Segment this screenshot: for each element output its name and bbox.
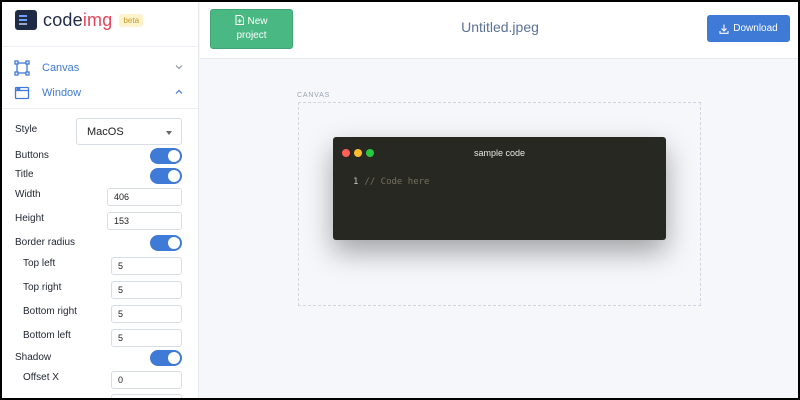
title-label: Title xyxy=(15,169,34,180)
download-icon xyxy=(719,24,729,34)
sidebar-divider xyxy=(2,108,198,109)
download-button[interactable]: Download xyxy=(707,15,790,42)
logo-text: codeimg xyxy=(43,10,112,31)
logo-icon xyxy=(15,10,37,30)
app-frame: codeimg beta Canvas Window Style MacOS B… xyxy=(2,2,798,398)
offset-x-label: Offset X xyxy=(23,372,59,383)
bottom-left-input[interactable] xyxy=(111,329,182,347)
nav-item-window[interactable]: Window xyxy=(14,83,186,103)
width-label: Width xyxy=(15,189,41,200)
toggle-knob xyxy=(168,352,180,364)
sidebar: codeimg beta Canvas Window Style MacOS B… xyxy=(2,2,199,398)
caret-down-icon xyxy=(166,131,172,135)
top-left-input[interactable] xyxy=(111,257,182,275)
top-right-label: Top right xyxy=(23,282,62,293)
file-name[interactable]: Untitled.jpeg xyxy=(430,19,570,35)
logo[interactable]: codeimg beta xyxy=(15,9,144,31)
offset-x-input[interactable] xyxy=(111,371,182,389)
top-bar: New project Untitled.jpeg Download xyxy=(200,2,798,59)
buttons-toggle[interactable] xyxy=(150,148,182,164)
buttons-label: Buttons xyxy=(15,150,49,161)
bottom-right-input[interactable] xyxy=(111,305,182,323)
logo-text-main: code xyxy=(43,9,83,30)
download-label: Download xyxy=(733,23,778,34)
border-radius-label: Border radius xyxy=(15,237,76,248)
chevron-up-icon xyxy=(175,89,183,94)
nav-item-window-label: Window xyxy=(42,87,82,99)
top-right-input[interactable] xyxy=(111,281,182,299)
bottom-right-label: Bottom right xyxy=(23,306,77,317)
nav-item-canvas-label: Canvas xyxy=(42,62,80,74)
toggle-knob xyxy=(168,170,180,182)
new-file-icon xyxy=(235,15,245,25)
logo-text-accent: img xyxy=(82,9,113,30)
bottom-left-label: Bottom left xyxy=(23,330,71,341)
canvas-label: CANVAS xyxy=(297,92,331,99)
shadow-toggle[interactable] xyxy=(150,350,182,366)
border-radius-toggle[interactable] xyxy=(150,235,182,251)
nav-item-canvas[interactable]: Canvas xyxy=(14,58,186,78)
title-toggle[interactable] xyxy=(150,168,182,184)
line-number: 1 xyxy=(353,177,359,187)
new-project-label-1: New xyxy=(247,16,268,27)
height-label: Height xyxy=(15,213,44,224)
code-text[interactable]: // Code here xyxy=(364,177,429,187)
new-project-button[interactable]: New project xyxy=(210,9,293,49)
window-icon xyxy=(14,86,30,100)
window-title[interactable]: sample code xyxy=(333,148,666,158)
style-select[interactable]: MacOS xyxy=(76,118,182,145)
new-project-label-2: project xyxy=(236,30,267,41)
sidebar-divider xyxy=(2,46,198,47)
toggle-knob xyxy=(168,150,180,162)
code-window-preview[interactable]: sample code 1 // Code here xyxy=(333,137,666,240)
offset-y-input[interactable] xyxy=(111,394,182,398)
beta-badge: beta xyxy=(119,13,144,27)
code-line[interactable]: 1 // Code here xyxy=(353,177,429,187)
style-select-value: MacOS xyxy=(87,125,124,138)
top-left-label: Top left xyxy=(23,258,56,269)
shadow-label: Shadow xyxy=(15,352,52,363)
height-input[interactable] xyxy=(107,212,182,230)
style-label: Style xyxy=(15,124,38,135)
chevron-down-icon xyxy=(175,65,183,70)
width-input[interactable] xyxy=(107,188,182,206)
toggle-knob xyxy=(168,237,180,249)
frame-icon xyxy=(14,60,30,76)
